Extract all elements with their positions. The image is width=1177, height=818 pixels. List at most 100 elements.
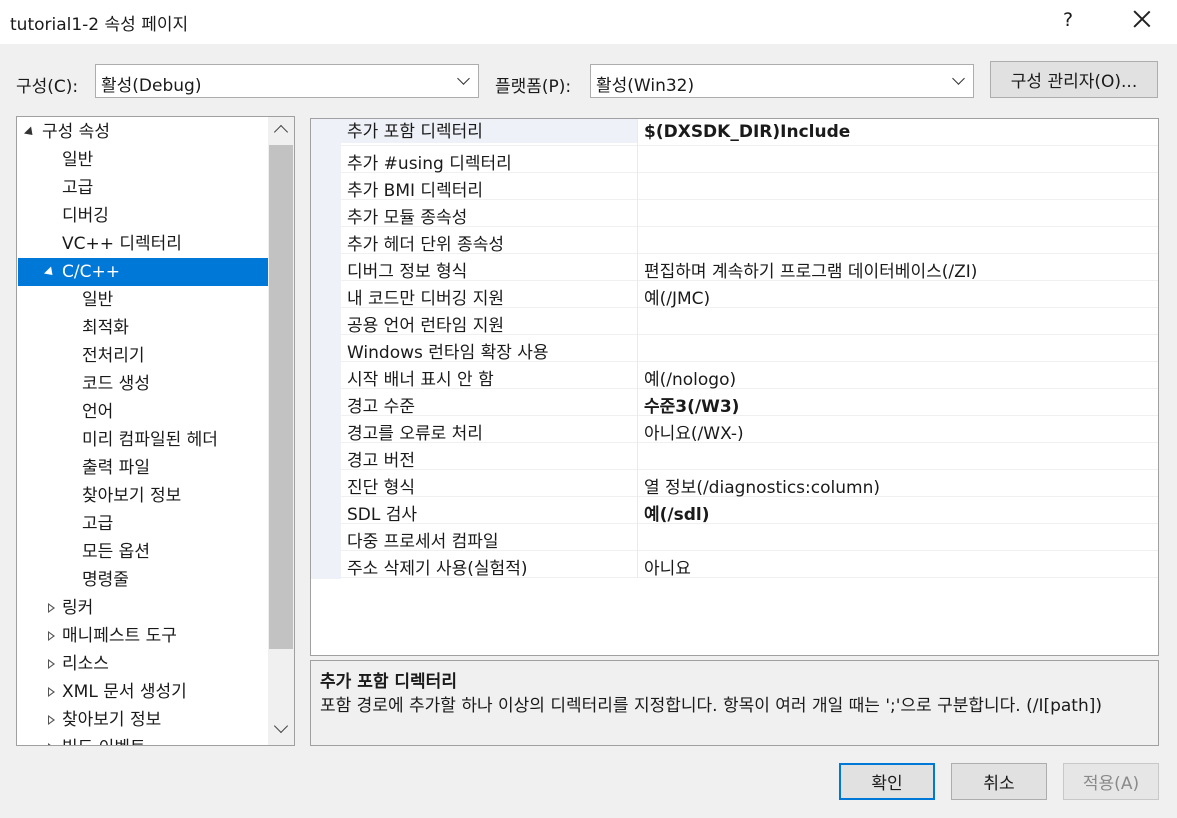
help-button[interactable]: ?	[1063, 9, 1073, 31]
grid-gutter	[311, 119, 341, 579]
description-text: 포함 경로에 추가할 하나 이상의 디렉터리를 지정합니다. 항목이 여러 개일…	[320, 696, 1103, 716]
property-value[interactable]: 아니요(/WX-)	[644, 419, 744, 444]
tree-item-label: 찾아보기 정보	[82, 486, 182, 506]
property-value[interactable]: 열 정보(/diagnostics:column)	[644, 473, 880, 498]
property-value[interactable]: 편집하며 계속하기 프로그램 데이터베이스(/ZI)	[644, 257, 977, 282]
property-value[interactable]: 아니요	[644, 554, 691, 579]
property-row[interactable]: 경고 수준 수준3(/W3)	[341, 389, 1158, 417]
column-divider	[637, 281, 638, 308]
tree-item-label: 찾아보기 정보	[62, 710, 162, 730]
chevron-down-icon	[952, 72, 965, 85]
tree-item-label: 리소스	[62, 654, 109, 674]
property-row[interactable]: 추가 모듈 종속성	[341, 200, 1158, 228]
column-divider	[637, 362, 638, 389]
property-value[interactable]: 수준3(/W3)	[644, 392, 739, 417]
property-row[interactable]: 시작 배너 표시 안 함 예(/nologo)	[341, 362, 1158, 390]
configuration-manager-button[interactable]: 구성 관리자(O)...	[990, 61, 1158, 98]
property-name: 다중 프로세서 컴파일	[347, 532, 499, 552]
property-name: SDL 검사	[347, 505, 418, 525]
tree-item-label: 고급	[62, 178, 94, 198]
tree-item[interactable]: 모든 옵션	[18, 538, 268, 566]
property-row[interactable]: SDL 검사 예(/sdl)	[341, 497, 1158, 525]
tree-item[interactable]: 디버깅	[18, 202, 268, 230]
tree-item[interactable]: 코드 생성	[18, 370, 268, 398]
tree-item[interactable]: 출력 파일	[18, 454, 268, 482]
expanded-arrow-icon[interactable]	[23, 126, 37, 139]
tree-item[interactable]: 일반	[18, 146, 268, 174]
property-value[interactable]: 예(/nologo)	[644, 365, 736, 390]
tree-item[interactable]: XML 문서 생성기	[18, 678, 268, 706]
tree-item-label: 명령줄	[82, 570, 129, 590]
column-divider	[637, 470, 638, 497]
tree-item[interactable]: 구성 속성	[18, 118, 268, 146]
property-row[interactable]: 경고를 오류로 처리 아니요(/WX-)	[341, 416, 1158, 444]
property-row[interactable]: 내 코드만 디버깅 지원 예(/JMC)	[341, 281, 1158, 309]
collapsed-arrow-icon[interactable]	[48, 631, 55, 641]
property-row[interactable]: 진단 형식 열 정보(/diagnostics:column)	[341, 470, 1158, 498]
tree-item[interactable]: 찾아보기 정보	[18, 482, 268, 510]
property-value[interactable]: 예(/JMC)	[644, 284, 710, 309]
chevron-down-icon	[457, 72, 470, 85]
expanded-arrow-icon[interactable]	[43, 266, 57, 279]
column-divider	[637, 416, 638, 443]
config-select[interactable]: 활성(Debug)	[95, 64, 479, 98]
tree-item[interactable]: 최적화	[18, 314, 268, 342]
tree-item[interactable]: 미리 컴파일된 헤더	[18, 426, 268, 454]
collapsed-arrow-icon[interactable]	[48, 687, 55, 697]
platform-select[interactable]: 활성(Win32)	[590, 64, 974, 98]
tree-item[interactable]: 일반	[18, 286, 268, 314]
property-row[interactable]: 추가 BMI 디렉터리	[341, 173, 1158, 201]
cancel-button[interactable]: 취소	[951, 763, 1047, 800]
property-name: 추가 포함 디렉터리	[341, 119, 637, 143]
property-name: 경고 수준	[347, 397, 415, 417]
property-row[interactable]: 디버그 정보 형식 편집하며 계속하기 프로그램 데이터베이스(/ZI)	[341, 254, 1158, 282]
description-pane: 추가 포함 디렉터리 포함 경로에 추가할 하나 이상의 디렉터리를 지정합니다…	[310, 660, 1159, 746]
tree-item-label: 모든 옵션	[82, 542, 150, 562]
scrollbar-thumb[interactable]	[269, 145, 293, 649]
tree-item[interactable]: C/C++	[18, 258, 268, 286]
property-value[interactable]: 예(/sdl)	[644, 500, 710, 525]
property-name: 추가 #using 디렉터리	[347, 154, 512, 174]
property-tree[interactable]: 구성 속성 일반 고급 디버깅 VC++ 디렉터리 C/C++ 일반 최적화 전처리기 코드 생성…	[16, 116, 295, 746]
property-value[interactable]: $(DXSDK_DIR)Include	[644, 122, 850, 142]
tree-item[interactable]: 리소스	[18, 650, 268, 678]
property-row[interactable]: 경고 버전	[341, 443, 1158, 471]
property-name: 공용 언어 런타임 지원	[347, 316, 504, 336]
property-row[interactable]: 추가 #using 디렉터리	[341, 146, 1158, 174]
tree-item[interactable]: 빌드 이벤트	[18, 734, 268, 745]
ok-button[interactable]: 확인	[839, 763, 935, 800]
property-row[interactable]: 추가 헤더 단위 종속성	[341, 227, 1158, 255]
tree-item[interactable]: 전처리기	[18, 342, 268, 370]
tree-item[interactable]: VC++ 디렉터리	[18, 230, 268, 258]
property-row[interactable]: Windows 런타임 확장 사용	[341, 335, 1158, 363]
tree-item-label: 미리 컴파일된 헤더	[82, 430, 218, 450]
tree-item[interactable]: 명령줄	[18, 566, 268, 594]
collapsed-arrow-icon[interactable]	[48, 743, 55, 745]
scroll-up-icon[interactable]	[273, 124, 289, 140]
apply-button[interactable]: 적용(A)	[1063, 763, 1159, 800]
tree-item[interactable]: 링커	[18, 594, 268, 622]
tree-scrollbar[interactable]	[268, 117, 294, 745]
property-row[interactable]: 주소 삭제기 사용(실험적) 아니요	[341, 551, 1158, 579]
column-divider	[637, 173, 638, 200]
tree-item[interactable]: 고급	[18, 174, 268, 202]
tree-item[interactable]: 고급	[18, 510, 268, 538]
property-row[interactable]: 공용 언어 런타임 지원	[341, 308, 1158, 336]
tree-item[interactable]: 언어	[18, 398, 268, 426]
tree-item[interactable]: 매니페스트 도구	[18, 622, 268, 650]
scroll-down-icon[interactable]	[273, 718, 289, 734]
property-name: Windows 런타임 확장 사용	[347, 343, 549, 363]
property-grid[interactable]: 추가 포함 디렉터리 $(DXSDK_DIR)Include 추가 #using 디…	[310, 118, 1159, 656]
collapsed-arrow-icon[interactable]	[48, 715, 55, 725]
close-icon[interactable]	[1128, 6, 1156, 34]
column-divider	[637, 227, 638, 254]
property-name: 내 코드만 디버깅 지원	[347, 289, 504, 309]
column-divider	[637, 308, 638, 335]
property-row[interactable]: 추가 포함 디렉터리 $(DXSDK_DIR)Include	[341, 119, 1158, 146]
tree-item-label: 전처리기	[82, 346, 145, 366]
tree-item-label: C/C++	[62, 262, 120, 282]
property-row[interactable]: 다중 프로세서 컴파일	[341, 524, 1158, 552]
collapsed-arrow-icon[interactable]	[48, 603, 55, 613]
tree-item[interactable]: 찾아보기 정보	[18, 706, 268, 734]
collapsed-arrow-icon[interactable]	[48, 659, 55, 669]
